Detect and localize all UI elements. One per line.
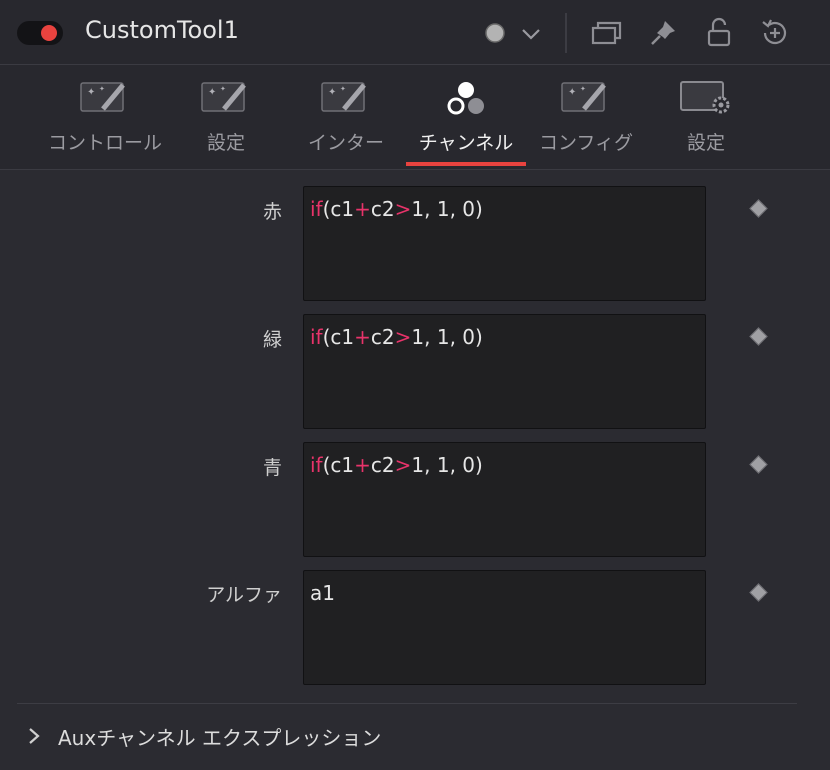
tab-bar: ✦ ✦ コントロール ✦ ✦ 設定 ✦ ✦ インター チャンネル ✦ ✦ コンフ… [0,65,830,169]
expr-text: (c1 [322,453,355,477]
svg-text:✦: ✦ [99,85,105,93]
svg-text:✦: ✦ [568,87,576,98]
tab-channels[interactable]: チャンネル [406,65,526,169]
magic-wand-icon: ✦ ✦ [321,82,366,112]
channel-label-green: 緑 [262,329,282,351]
svg-text:✦: ✦ [220,85,226,93]
green-expression-field[interactable]: if(c1+c2>1, 1, 0) [303,314,706,429]
expr-keyword: if [310,197,323,221]
power-dot-icon [41,25,57,41]
channels-panel: 赤 if(c1+c2>1, 1, 0) 緑 if(c1+c2>1, 1, 0) … [0,170,830,770]
tab-settings-2[interactable]: 設定 [676,65,736,169]
tab-label: コンフィグ [538,132,634,154]
expr-text: 1, 1, 0) [411,197,483,221]
active-tab-indicator [406,162,526,166]
keyframe-diamond-icon[interactable] [749,327,768,346]
window-icon[interactable] [591,19,623,47]
magic-wand-icon: ✦ ✦ [561,82,606,112]
svg-text:✦: ✦ [208,87,216,98]
expr-keyword: if [310,325,323,349]
channel-label-alpha: アルファ [206,584,282,606]
expr-text: (c1 [322,325,355,349]
expr-text: 1, 1, 0) [411,325,483,349]
tab-intermediate[interactable]: ✦ ✦ インター [300,65,392,169]
tab-label: 設定 [686,132,725,154]
channels-icon [447,82,484,115]
expr-text: 1, 1, 0) [411,453,483,477]
pin-icon[interactable] [648,18,678,48]
channel-label-blue: 青 [262,457,282,479]
tab-config[interactable]: ✦ ✦ コンフィグ [532,65,640,169]
expr-text: c2 [370,197,395,221]
lock-icon[interactable] [705,16,733,48]
tab-label: 設定 [206,132,245,154]
power-toggle[interactable] [17,21,63,45]
expr-operator: + [354,325,371,349]
aux-expressions-section[interactable]: Auxチャンネル エクスプレッション [0,710,830,760]
svg-text:✦: ✦ [87,87,95,98]
magic-wand-icon: ✦ ✦ [80,82,125,112]
keyframe-diamond-icon[interactable] [749,199,768,218]
tab-label: コントロール [47,132,162,154]
header-divider [565,13,567,53]
expr-operator: > [394,453,412,477]
tool-title: CustomTool1 [85,16,239,44]
settings-monitor-icon [680,81,730,114]
reset-icon[interactable] [759,17,791,49]
tab-label: チャンネル [418,132,514,154]
chevron-down-icon[interactable] [520,22,542,44]
expr-operator: + [354,197,371,221]
svg-text:✦: ✦ [580,85,586,93]
keyframe-diamond-icon[interactable] [749,455,768,474]
expr-keyword: if [310,453,323,477]
tab-controls[interactable]: ✦ ✦ コントロール [40,65,170,169]
tab-label: インター [307,132,384,154]
expr-operator: > [394,197,412,221]
keyframe-diamond-icon[interactable] [749,583,768,602]
aux-divider [17,703,797,704]
color-dot-icon[interactable] [484,22,506,44]
blue-expression-field[interactable]: if(c1+c2>1, 1, 0) [303,442,706,557]
tab-settings[interactable]: ✦ ✦ 設定 [196,65,256,169]
expr-text: (c1 [322,197,355,221]
chevron-right-icon[interactable] [27,726,41,746]
expr-text: c2 [370,453,395,477]
expr-operator: > [394,325,412,349]
expr-text: a1 [310,581,335,605]
magic-wand-icon: ✦ ✦ [201,82,246,112]
expr-text: c2 [370,325,395,349]
aux-section-label: Auxチャンネル エクスプレッション [58,726,382,750]
red-expression-field[interactable]: if(c1+c2>1, 1, 0) [303,186,706,301]
svg-text:✦: ✦ [340,85,346,93]
alpha-expression-field[interactable]: a1 [303,570,706,685]
svg-text:✦: ✦ [328,87,336,98]
channel-label-red: 赤 [262,201,282,223]
expr-operator: + [354,453,371,477]
tool-header: CustomTool1 [0,0,830,64]
